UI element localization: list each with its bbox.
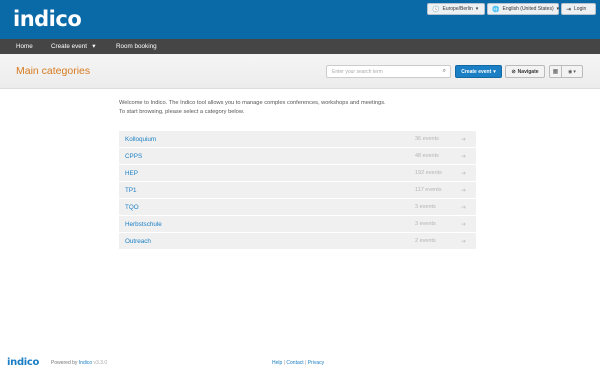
language-selector[interactable]: 🌐 English (United States) ▾ <box>487 3 559 15</box>
indico-logo[interactable]: indico <box>13 7 82 31</box>
category-list: Kolloquium 36 events ➜ CPPS 48 events ➜ … <box>119 131 476 250</box>
event-count: 117 events <box>415 187 442 193</box>
list-item[interactable]: CPPS 48 events ➜ <box>119 148 476 165</box>
top-header: indico 🕓 Europe/Berlin ▾ 🌐 English (Unit… <box>0 0 600 39</box>
timezone-label: Europe/Berlin <box>442 6 473 12</box>
list-item[interactable]: Herbstschule 3 events ➜ <box>119 216 476 233</box>
event-count: 192 events <box>415 170 442 176</box>
welcome-line-1: Welcome to Indico. The Indico tool allow… <box>119 100 386 106</box>
nav-home[interactable]: Home <box>16 39 33 54</box>
eye-icon: ◉ <box>568 68 573 75</box>
welcome-line-2: To start browsing, please select a categ… <box>119 109 245 115</box>
chevron-down-icon: ▾ <box>475 6 479 12</box>
list-item[interactable]: Outreach 2 events ➜ <box>119 233 476 250</box>
category-link-tp1[interactable]: TP1 <box>125 187 137 194</box>
powered-by-label: Powered by <box>51 360 78 366</box>
separator: | <box>305 360 307 366</box>
page-footer: indico Powered by Indico v3.3.0 Help | C… <box>0 352 600 375</box>
navigate-button[interactable]: ⊘ Navigate <box>505 65 545 78</box>
calendar-icon: ▦ <box>552 69 559 75</box>
view-options-button[interactable]: ◉ ▾ <box>561 65 583 78</box>
contact-link[interactable]: Contact <box>286 360 303 366</box>
arrow-right-icon: ➜ <box>461 136 467 143</box>
page-title: Main categories <box>16 65 91 77</box>
arrow-right-icon: ➜ <box>461 153 467 160</box>
footer-links: Help | Contact | Privacy <box>272 360 324 366</box>
search-icon[interactable]: ⌕ <box>443 68 446 75</box>
chevron-down-icon: ▾ <box>493 68 496 75</box>
list-item[interactable]: Kolloquium 36 events ➜ <box>119 131 476 148</box>
clock-icon: 🕓 <box>432 6 440 13</box>
navigate-label: Navigate <box>517 68 539 75</box>
globe-icon: 🌐 <box>492 6 500 13</box>
privacy-link[interactable]: Privacy <box>308 360 324 366</box>
list-item[interactable]: TP1 117 events ➜ <box>119 182 476 199</box>
login-button[interactable]: ⇥ Login <box>561 3 596 15</box>
create-event-label: Create event <box>461 68 492 75</box>
event-count: 48 events <box>415 153 439 159</box>
footer-logo[interactable]: indico <box>7 357 39 368</box>
arrow-right-icon: ➜ <box>461 170 467 177</box>
login-label: Login <box>574 6 587 12</box>
welcome-text: Welcome to Indico. The Indico tool allow… <box>119 99 479 117</box>
arrow-right-icon: ➜ <box>461 238 467 245</box>
category-link-tqo[interactable]: TQO <box>125 204 139 211</box>
search-input[interactable] <box>332 68 432 76</box>
login-icon: ⇥ <box>566 6 572 13</box>
category-link-hep[interactable]: HEP <box>125 170 138 177</box>
title-bar: Main categories ⌕ Create event ▾ ⊘ Navig… <box>0 54 600 89</box>
arrow-right-icon: ➜ <box>461 221 467 228</box>
event-count: 2 events <box>415 238 436 244</box>
nav-create-event[interactable]: Create event ▾ <box>51 39 95 54</box>
arrow-right-icon: ➜ <box>461 204 467 211</box>
chevron-down-icon: ▾ <box>88 43 96 50</box>
event-count: 36 events <box>415 136 439 142</box>
logo-text: indico <box>13 7 82 31</box>
chevron-down-icon: ▾ <box>556 6 560 12</box>
category-link-outreach[interactable]: Outreach <box>125 238 151 245</box>
create-event-button[interactable]: Create event ▾ <box>455 65 502 78</box>
category-link-cpps[interactable]: CPPS <box>125 153 142 160</box>
help-link[interactable]: Help <box>272 360 282 366</box>
indico-link[interactable]: Indico <box>79 360 92 366</box>
event-count: 3 events <box>415 221 436 227</box>
list-item[interactable]: HEP 192 events ➜ <box>119 165 476 182</box>
category-link-kolloquium[interactable]: Kolloquium <box>125 136 156 143</box>
arrow-right-icon: ➜ <box>461 187 467 194</box>
category-link-herbstschule[interactable]: Herbstschule <box>125 221 162 228</box>
language-label: English (United States) <box>502 6 554 12</box>
separator: | <box>283 360 285 366</box>
version-label: v3.3.0 <box>93 360 108 366</box>
nav-room-booking[interactable]: Room booking <box>116 39 157 54</box>
timezone-selector[interactable]: 🕓 Europe/Berlin ▾ <box>427 3 485 15</box>
search-box: ⌕ <box>326 65 451 78</box>
chevron-down-icon: ▾ <box>573 68 576 75</box>
event-count: 3 events <box>415 204 436 210</box>
nav-create-event-label: Create event <box>51 43 88 50</box>
list-item[interactable]: TQO 3 events ➜ <box>119 199 476 216</box>
main-nav: Home Create event ▾ Room booking <box>0 39 600 54</box>
compass-icon: ⊘ <box>511 68 516 75</box>
footer-logo-text: indico <box>7 357 40 368</box>
powered-by: Powered by Indico v3.3.0 <box>51 360 107 366</box>
